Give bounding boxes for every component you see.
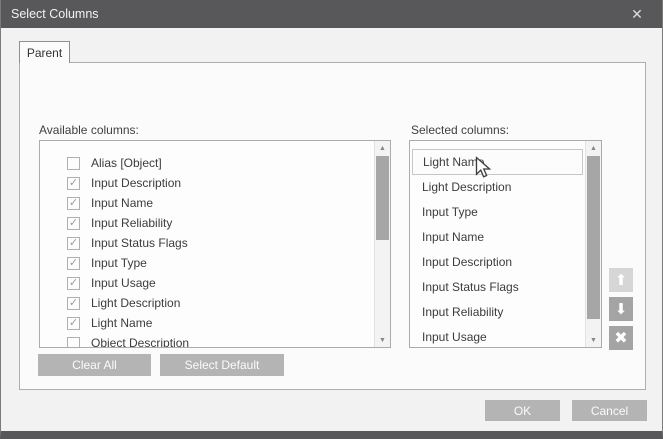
available-columns-label: Available columns: <box>39 123 139 137</box>
remove-icon: ✖ <box>614 328 627 348</box>
available-column-label: Alias [Object] <box>80 156 162 170</box>
down-arrow-icon: ⬇ <box>615 300 628 318</box>
scrollbar-thumb[interactable] <box>376 156 389 240</box>
available-column-label: Input Description <box>80 176 181 190</box>
checkbox-checked-icon[interactable]: ✓ <box>67 257 80 270</box>
selected-columns-rows: Light NameLight DescriptionInput TypeInp… <box>410 141 585 347</box>
selected-columns-listbox[interactable]: Light NameLight DescriptionInput TypeInp… <box>409 140 602 348</box>
select-columns-dialog: Select Columns ✕ Parent Available column… <box>0 0 663 439</box>
scroll-up-icon[interactable]: ▲ <box>375 141 390 155</box>
cancel-button[interactable]: Cancel <box>572 400 647 421</box>
selected-columns-label: Selected columns: <box>411 123 509 137</box>
checkbox-checked-icon[interactable]: ✓ <box>67 217 80 230</box>
checkbox-checked-icon[interactable]: ✓ <box>67 237 80 250</box>
tab-parent[interactable]: Parent <box>19 41 70 63</box>
available-column-row[interactable]: ✓Input Description <box>40 173 374 193</box>
available-column-row[interactable]: ✓Light Name <box>40 313 374 333</box>
available-column-row[interactable]: ✓Input Status Flags <box>40 233 374 253</box>
available-scrollbar[interactable]: ▲ ▼ <box>374 141 390 347</box>
available-column-row[interactable]: ✓Input Type <box>40 253 374 273</box>
scroll-down-icon[interactable]: ▼ <box>375 333 390 347</box>
available-column-row[interactable]: ✓Light Description <box>40 293 374 313</box>
title-bar: Select Columns ✕ <box>1 0 662 28</box>
selected-column-row[interactable]: Input Name <box>410 225 585 250</box>
select-default-button[interactable]: Select Default <box>160 354 284 376</box>
dialog-title: Select Columns <box>11 7 99 21</box>
checkbox-checked-icon[interactable]: ✓ <box>67 197 80 210</box>
selected-scrollbar[interactable]: ▲ ▼ <box>585 141 601 347</box>
selected-column-row[interactable]: Input Status Flags <box>410 275 585 300</box>
available-columns-rows: Alias [Object]✓Input Description✓Input N… <box>40 141 374 347</box>
checkbox-unchecked-icon[interactable] <box>67 337 80 348</box>
available-columns-listbox[interactable]: Alias [Object]✓Input Description✓Input N… <box>39 140 391 348</box>
available-column-label: Light Description <box>80 296 180 310</box>
selected-column-row[interactable]: Light Name <box>412 149 583 175</box>
remove-column-button[interactable]: ✖ <box>609 326 633 350</box>
checkbox-checked-icon[interactable]: ✓ <box>67 317 80 330</box>
available-column-label: Input Type <box>80 256 147 270</box>
up-arrow-icon: ⬆ <box>615 271 628 289</box>
clear-all-button[interactable]: Clear All <box>38 354 151 376</box>
available-column-row[interactable]: ✓Input Usage <box>40 273 374 293</box>
selected-column-row[interactable]: Input Description <box>410 250 585 275</box>
scroll-up-icon[interactable]: ▲ <box>586 141 601 155</box>
available-column-label: Input Name <box>80 196 153 210</box>
scroll-down-icon[interactable]: ▼ <box>586 333 601 347</box>
available-column-row[interactable]: ✓Input Name <box>40 193 374 213</box>
selected-column-row[interactable]: Input Reliability <box>410 300 585 325</box>
move-down-button[interactable]: ⬇ <box>609 297 633 321</box>
tab-parent-label: Parent <box>27 46 62 60</box>
scrollbar-thumb[interactable] <box>587 156 600 319</box>
checkbox-checked-icon[interactable]: ✓ <box>67 297 80 310</box>
available-column-row[interactable]: Object Description <box>40 333 374 347</box>
checkbox-unchecked-icon[interactable] <box>67 157 80 170</box>
available-column-row[interactable]: Alias [Object] <box>40 153 374 173</box>
close-icon[interactable]: ✕ <box>620 0 654 28</box>
available-column-label: Input Status Flags <box>80 236 188 250</box>
available-column-label: Input Reliability <box>80 216 172 230</box>
selected-column-row[interactable]: Light Description <box>410 175 585 200</box>
checkbox-checked-icon[interactable]: ✓ <box>67 177 80 190</box>
selected-column-row[interactable]: Input Usage <box>410 325 585 347</box>
ok-button[interactable]: OK <box>485 400 560 421</box>
available-column-label: Light Name <box>80 316 152 330</box>
checkbox-checked-icon[interactable]: ✓ <box>67 277 80 290</box>
available-column-label: Input Usage <box>80 276 156 290</box>
selected-column-row[interactable]: Input Type <box>410 200 585 225</box>
available-column-label: Object Description <box>80 336 189 347</box>
available-column-row[interactable]: ✓Input Reliability <box>40 213 374 233</box>
move-up-button[interactable]: ⬆ <box>609 268 633 292</box>
